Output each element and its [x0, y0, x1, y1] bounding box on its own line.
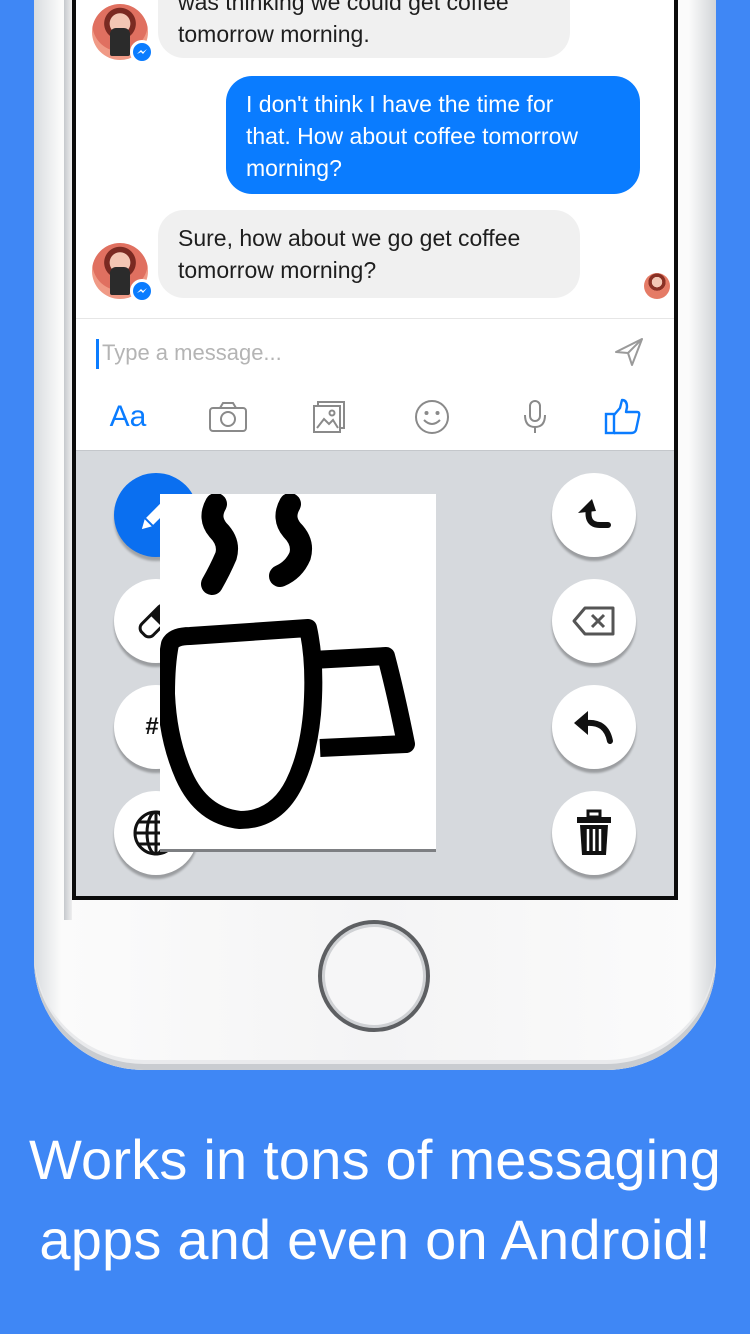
message-bubble-incoming[interactable]: Sure, how about we go get coffee tomorro…	[158, 210, 580, 298]
shift-button[interactable]	[552, 473, 636, 557]
message-line: that. How about coffee tomorrow	[246, 123, 578, 149]
promo-caption: Works in tons of messaging apps and even…	[0, 1120, 750, 1280]
caption-line: Works in tons of messaging	[28, 1128, 722, 1191]
message-line: I don't think I have the time for	[246, 91, 554, 117]
camera-icon[interactable]	[208, 395, 248, 439]
undo-icon	[574, 711, 613, 744]
message-input[interactable]	[102, 335, 582, 371]
phone-side-edge	[64, 0, 72, 920]
composer-toolbar: Aa	[76, 383, 674, 451]
undo-button[interactable]	[552, 685, 636, 769]
message-line: Sure, how about we go get coffee	[178, 225, 521, 251]
message-line: morning?	[246, 155, 342, 181]
text-format-button[interactable]: Aa	[106, 395, 150, 439]
backspace-icon	[572, 606, 615, 636]
input-row	[76, 319, 674, 383]
gallery-icon[interactable]	[312, 395, 348, 439]
emoji-icon[interactable]	[414, 395, 450, 439]
avatar-figure	[110, 28, 130, 56]
shift-arrow-icon	[578, 499, 611, 528]
message-line: tomorrow morning?	[178, 257, 377, 283]
avatar-figure	[110, 267, 130, 295]
message-composer: Aa	[76, 318, 674, 450]
backspace-button[interactable]	[552, 579, 636, 663]
send-icon[interactable]	[612, 335, 646, 369]
message-bubble-outgoing[interactable]: I don't think I have the time for that. …	[226, 76, 640, 194]
message-line: was thinking we could get coffee	[178, 0, 509, 15]
messenger-badge-icon	[130, 40, 154, 64]
drawing-canvas[interactable]	[157, 493, 436, 852]
microphone-icon[interactable]	[522, 395, 548, 439]
messenger-badge-icon	[130, 279, 154, 303]
chat-thread: was thinking we could get coffee tomorro…	[76, 0, 674, 318]
text-caret	[96, 339, 99, 369]
seen-avatar-icon	[644, 273, 670, 299]
home-button[interactable]	[318, 920, 430, 1032]
clear-button[interactable]	[552, 791, 636, 875]
message-bubble-incoming[interactable]: was thinking we could get coffee tomorro…	[158, 0, 570, 58]
contact-avatar[interactable]	[92, 243, 154, 303]
contact-avatar[interactable]	[92, 4, 154, 64]
message-line: tomorrow morning.	[178, 21, 370, 47]
caption-line: apps and even on Android!	[39, 1208, 711, 1271]
coffee-mug-drawing	[157, 493, 415, 829]
thumbs-up-icon[interactable]	[604, 395, 642, 439]
trash-icon	[577, 809, 611, 855]
